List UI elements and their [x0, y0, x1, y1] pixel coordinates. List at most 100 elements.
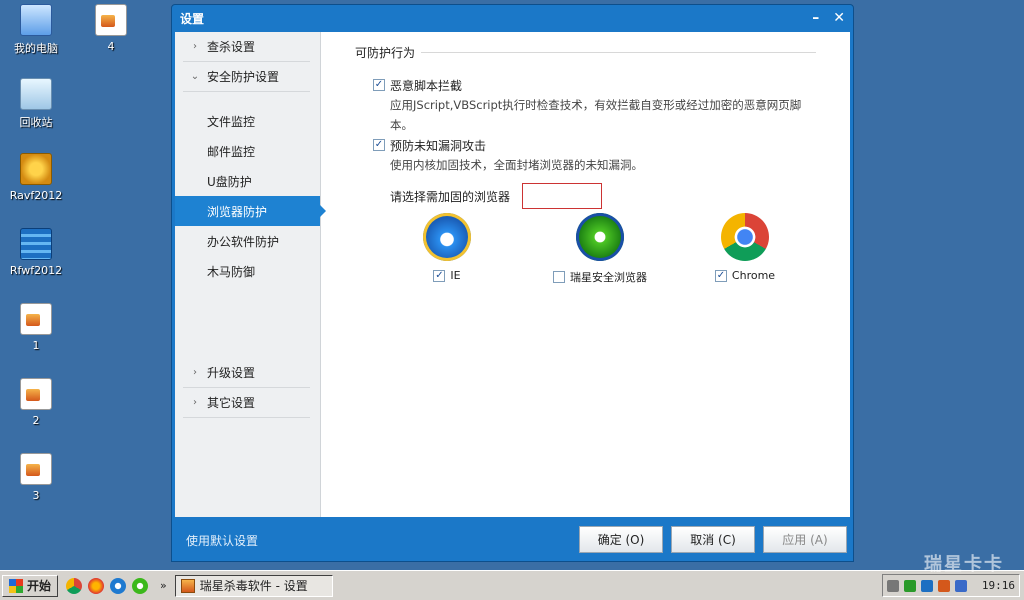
browser-option: ✓ IE	[433, 269, 461, 282]
windows-logo-icon	[9, 578, 23, 593]
desktop-icon-label: Ravf2012	[9, 189, 63, 202]
desktop-icon-ravf2012[interactable]: Ravf2012	[0, 153, 72, 202]
app-icon	[180, 578, 195, 593]
browser-chrome[interactable]: ✓ Chrome	[705, 213, 785, 285]
desktop-icon-label: Rfwf2012	[9, 264, 63, 277]
more-chevron-icon[interactable]: »	[160, 579, 167, 592]
sidebar-item-file-monitor[interactable]: 文件监控	[175, 106, 320, 136]
option-malicious-script[interactable]: ✓ 恶意脚本拦截	[373, 75, 816, 95]
ie-icon[interactable]	[110, 577, 127, 594]
option-description: 使用内核加固技术，全面封堵浏览器的未知漏洞。	[390, 158, 643, 172]
desktop-icon-recycle-bin[interactable]: 回收站	[0, 78, 72, 130]
quick-launch	[66, 577, 149, 594]
browser-list: ✓ IE 瑞星安全浏览器 ✓ Chrome	[417, 213, 816, 285]
browser-label: Chrome	[731, 269, 776, 282]
browser-label: IE	[450, 269, 461, 282]
tray-icon[interactable]	[887, 579, 899, 592]
desktop-icon-label: 3	[32, 489, 40, 502]
computer-icon	[20, 4, 52, 36]
sidebar-item-browser-protection[interactable]: 浏览器防护	[175, 196, 326, 226]
desktop-icon-file-3[interactable]: 3	[0, 453, 72, 502]
option-unknown-vuln[interactable]: ✓ 预防未知漏洞攻击	[373, 135, 816, 155]
browser-label: 瑞星安全浏览器	[570, 271, 647, 284]
taskbar: 开始 » 瑞星杀毒软件 - 设置 19:16	[0, 570, 1024, 600]
chevron-right-icon: ›	[193, 41, 197, 52]
antivirus-icon[interactable]	[938, 579, 950, 592]
browser-option: 瑞星安全浏览器	[553, 269, 647, 285]
window-body: › 查杀设置 ⌄ 安全防护设置 文件监控 邮件监控 U盘防护 浏览器防护 办公软…	[175, 32, 850, 517]
desktop-icon-label: 回收站	[19, 116, 53, 129]
sidebar-item-mail-monitor[interactable]: 邮件监控	[175, 136, 320, 166]
option-label: 预防未知漏洞攻击	[390, 138, 487, 153]
chevron-right-icon: ›	[193, 367, 197, 378]
browser-select-row: 请选择需加固的浏览器	[390, 183, 816, 209]
chrome-icon[interactable]	[66, 577, 83, 594]
sidebar-group-update-settings[interactable]: › 升级设置	[183, 358, 310, 388]
firefox-icon[interactable]	[88, 577, 105, 594]
file-icon	[20, 453, 52, 485]
recycle-bin-icon	[20, 78, 52, 110]
rising-browser-icon[interactable]	[132, 577, 149, 594]
minimize-icon[interactable]: –	[812, 11, 819, 25]
unknown-vuln-checkbox[interactable]: ✓	[373, 139, 385, 151]
browser-select-label: 请选择需加固的浏览器	[390, 189, 511, 204]
chevron-down-icon: ⌄	[190, 71, 200, 82]
desktop-icon-label: 我的电脑	[14, 42, 58, 55]
option-label: 恶意脚本拦截	[390, 78, 463, 93]
desktop-icon-file-4[interactable]: 4	[75, 4, 147, 53]
sidebar-group-label: 其它设置	[207, 396, 256, 410]
desktop-icon-label: 4	[107, 40, 115, 53]
footer-buttons: 确定 (O) 取消 (C) 应用 (A)	[579, 526, 847, 553]
file-icon	[95, 4, 127, 36]
clock[interactable]: 19:16	[982, 579, 1015, 592]
sidebar-group-label: 安全防护设置	[207, 70, 280, 84]
highlight-box	[522, 183, 603, 209]
browser-option: ✓ Chrome	[714, 269, 776, 282]
rising-browser-icon	[576, 213, 624, 261]
content-panel: 可防护行为 ✓ 恶意脚本拦截 应用JScript,VBScript执行时检查技术…	[321, 32, 850, 517]
restore-defaults-link[interactable]: 使用默认设置	[186, 532, 258, 549]
desktop-icon-rfwf2012[interactable]: Rfwf2012	[0, 228, 72, 277]
volume-icon[interactable]	[955, 579, 967, 592]
desktop-icon-label: 1	[32, 339, 40, 352]
sidebar-group-label: 升级设置	[207, 366, 256, 380]
watermark: 瑞星卡卡	[924, 554, 1004, 575]
chrome-checkbox[interactable]: ✓	[714, 269, 727, 282]
desktop-icon-file-2[interactable]: 2	[0, 378, 72, 427]
window-title: 设置	[180, 11, 205, 26]
file-icon	[20, 303, 52, 335]
taskbar-item-settings[interactable]: 瑞星杀毒软件 - 设置	[174, 574, 333, 597]
section-divider	[421, 52, 816, 53]
sidebar-group-scan-settings[interactable]: › 查杀设置	[183, 32, 310, 62]
sidebar-item-usb-protection[interactable]: U盘防护	[175, 166, 320, 196]
window-controls: – ✕	[812, 11, 845, 25]
cancel-button[interactable]: 取消 (C)	[671, 526, 755, 553]
close-icon[interactable]: ✕	[833, 11, 845, 25]
network-icon[interactable]	[904, 579, 916, 592]
sidebar-group-protection-settings[interactable]: ⌄ 安全防护设置	[183, 62, 310, 92]
taskbar-item-label: 瑞星杀毒软件 - 设置	[199, 579, 308, 593]
ok-button[interactable]: 确定 (O)	[579, 526, 663, 553]
ie-checkbox[interactable]: ✓	[433, 269, 446, 282]
start-button[interactable]: 开始	[2, 574, 59, 597]
sidebar-item-office-protection[interactable]: 办公软件防护	[175, 226, 320, 256]
browser-rising[interactable]: 瑞星安全浏览器	[545, 213, 655, 285]
ie-icon	[423, 213, 471, 261]
browser-ie[interactable]: ✓ IE	[417, 213, 477, 285]
settings-window: 设置 – ✕ › 查杀设置 ⌄ 安全防护设置 文件监控 邮件监控 U盘防护 浏览…	[171, 4, 854, 562]
firewall-icon[interactable]	[921, 579, 933, 592]
desktop-icon-label: 2	[32, 414, 40, 427]
title-bar[interactable]: 设置 – ✕	[172, 5, 853, 31]
sidebar-item-trojan-defense[interactable]: 木马防御	[175, 256, 320, 286]
sidebar-group-other-settings[interactable]: › 其它设置	[183, 388, 310, 418]
section-header: 可防护行为	[355, 44, 816, 61]
system-tray: 19:16	[882, 574, 1020, 597]
desktop-icon-file-1[interactable]: 1	[0, 303, 72, 352]
rising-browser-checkbox[interactable]	[553, 271, 565, 283]
desktop-icon-my-computer[interactable]: 我的电脑	[0, 4, 72, 56]
apply-button[interactable]: 应用 (A)	[763, 526, 847, 553]
chrome-icon	[721, 213, 769, 261]
sidebar: › 查杀设置 ⌄ 安全防护设置 文件监控 邮件监控 U盘防护 浏览器防护 办公软…	[175, 32, 326, 517]
malicious-script-checkbox[interactable]: ✓	[373, 79, 385, 91]
chevron-right-icon: ›	[193, 397, 197, 408]
